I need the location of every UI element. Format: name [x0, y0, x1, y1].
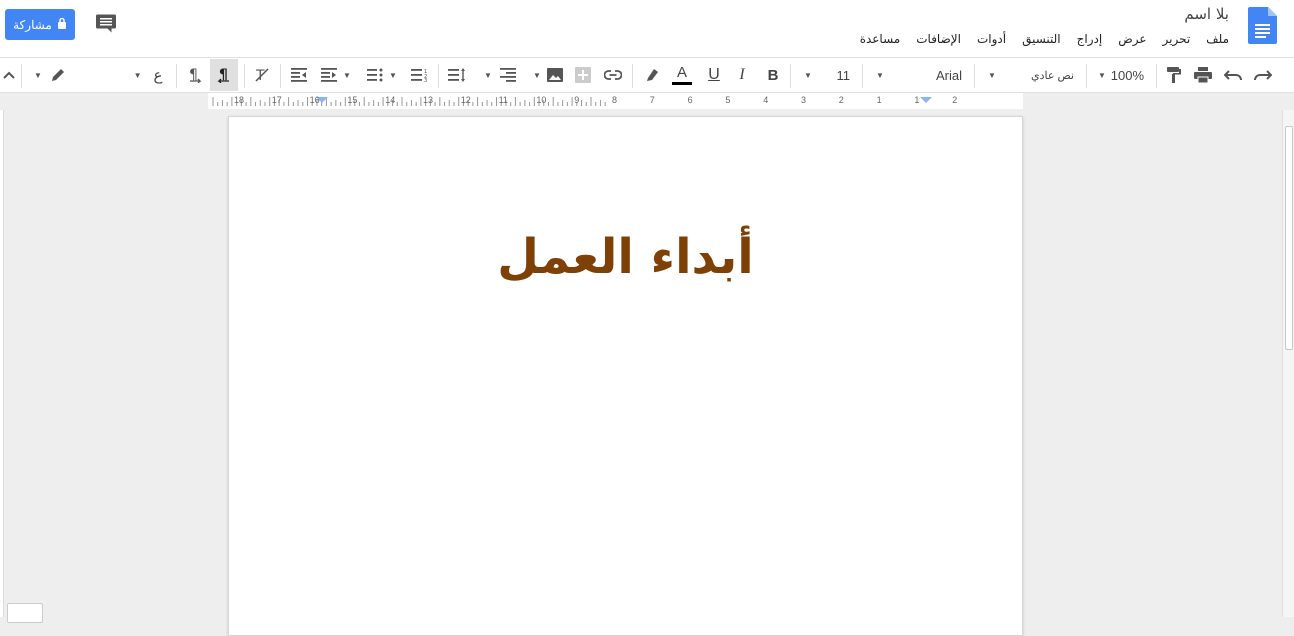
ruler-number: 2 — [952, 95, 958, 105]
document-title[interactable]: بلا اسم — [1184, 5, 1229, 23]
ruler-number: 6 — [687, 95, 693, 105]
line-spacing-icon[interactable] — [444, 58, 470, 92]
toolbar: ▼ ▼ ع ¶ ¶ T ▼ ▼ 123 ▼ ▼ A U I B ▼ 11 ▼ A… — [0, 57, 1294, 93]
dropdown-caret-icon: ▼ — [804, 70, 812, 80]
document-page[interactable]: أبداء العمل — [228, 116, 1023, 636]
top-bar: مشاركة بلا اسم ملف تحرير عرض إدراج التنس… — [0, 0, 1294, 57]
comment-icon[interactable] — [95, 14, 117, 34]
highlight-color-icon[interactable] — [640, 58, 664, 92]
bulleted-list-icon[interactable]: ▼ — [362, 58, 402, 92]
editing-mode-button[interactable]: ▼ — [30, 58, 70, 92]
menu-help[interactable]: مساعدة — [860, 32, 901, 46]
collapse-chevron-icon[interactable] — [0, 58, 18, 92]
share-button-label: مشاركة — [13, 17, 52, 32]
menu-edit[interactable]: تحرير — [1163, 32, 1191, 46]
undo-icon[interactable] — [1220, 58, 1246, 92]
ruler-number: 8 — [612, 95, 618, 105]
ruler-number: 1 — [876, 95, 882, 105]
input-language-button[interactable]: ▼ ع — [128, 58, 168, 92]
zoom-value: 100% — [1110, 67, 1144, 83]
link-icon[interactable] — [600, 58, 626, 92]
scrollbar-thumb[interactable] — [1285, 126, 1293, 350]
ruler-number: 7 — [649, 95, 655, 105]
paragraph-style-value: نص عادي — [1030, 69, 1074, 82]
underline-icon[interactable]: U — [702, 58, 726, 92]
dropdown-caret-icon: ▼ — [876, 70, 884, 80]
clear-formatting-icon[interactable]: T — [250, 58, 274, 92]
insert-image-button[interactable]: ▼ — [530, 58, 566, 92]
numbered-list-icon[interactable]: 123 — [408, 58, 432, 92]
explore-button[interactable] — [7, 603, 43, 623]
dropdown-caret-icon: ▼ — [988, 70, 996, 80]
ruler-number: 11 — [498, 95, 508, 105]
ruler-number: 13 — [423, 95, 434, 105]
bold-icon[interactable]: B — [760, 58, 786, 92]
ruler-number: 12 — [460, 95, 471, 105]
text-color-button[interactable]: A — [668, 58, 696, 92]
dropdown-caret-icon: ▼ — [533, 70, 541, 80]
paint-format-icon[interactable] — [1162, 58, 1186, 92]
menu-tools[interactable]: أدوات — [977, 32, 1006, 46]
menu-file[interactable]: ملف — [1206, 32, 1229, 46]
rtl-paragraph-icon[interactable]: ¶ — [210, 59, 238, 91]
print-icon[interactable] — [1190, 58, 1216, 92]
ruler-number: 4 — [763, 95, 769, 105]
menu-addons[interactable]: الإضافات — [916, 32, 961, 46]
menu-bar: ملف تحرير عرض إدراج التنسيق أدوات الإضاف… — [860, 32, 1229, 46]
italic-icon[interactable]: I — [730, 58, 754, 92]
input-language-label: ع — [153, 67, 163, 84]
ruler-number: 3 — [801, 95, 807, 105]
menu-view[interactable]: عرض — [1118, 32, 1146, 46]
vertical-ruler[interactable] — [0, 110, 4, 617]
ruler-number: 17 — [271, 95, 282, 105]
ruler-number: 10 — [536, 95, 547, 105]
dropdown-caret-icon: ▼ — [343, 70, 351, 80]
zoom-dropdown[interactable]: ▼ 100% — [1090, 58, 1152, 92]
pencil-icon — [51, 69, 64, 81]
ruler-number: 1 — [914, 95, 920, 105]
dropdown-caret-icon: ▼ — [1098, 70, 1106, 80]
paragraph-style-dropdown[interactable]: ▼ نص عادي — [980, 58, 1082, 92]
text-color-icon: A — [676, 64, 687, 81]
add-comment-icon[interactable] — [572, 58, 594, 92]
align-button[interactable]: ▼ — [480, 58, 520, 92]
image-icon — [546, 68, 563, 82]
ruler-number: 9 — [574, 95, 580, 105]
font-family-dropdown[interactable]: ▼ Arial — [868, 58, 970, 92]
vertical-scrollbar[interactable] — [1282, 110, 1294, 617]
document-heading[interactable]: أبداء العمل — [229, 229, 1022, 285]
dropdown-caret-icon: ▼ — [34, 70, 42, 80]
ruler-number: 15 — [347, 95, 358, 105]
font-family-value: Arial — [935, 67, 962, 83]
redo-icon[interactable] — [1250, 58, 1276, 92]
lock-icon — [57, 17, 67, 32]
svg-text:3: 3 — [424, 78, 427, 82]
ruler-number: 5 — [725, 95, 731, 105]
align-right-icon — [499, 68, 516, 82]
ruler-number: 14 — [385, 95, 396, 105]
horizontal-ruler[interactable]: 18 17 16 15 14 13 12 11 10 9 8 7 6 5 4 3 2 1 1 2 — [0, 93, 1294, 110]
font-size-dropdown[interactable]: ▼ 11 — [796, 58, 858, 92]
ruler-number: 16 — [309, 95, 320, 105]
decrease-indent-icon[interactable] — [288, 58, 310, 92]
dropdown-caret-icon: ▼ — [389, 70, 397, 80]
menu-format[interactable]: التنسيق — [1022, 32, 1061, 46]
ruler-number: 2 — [838, 95, 844, 105]
font-size-value: 11 — [836, 67, 851, 83]
increase-indent-icon[interactable]: ▼ — [316, 58, 356, 92]
text-color-swatch — [672, 82, 692, 85]
ruler-numbers: 18 17 16 15 14 13 12 11 10 9 8 7 6 5 4 3 2 1 1 2 — [208, 93, 1023, 109]
ltr-paragraph-icon[interactable]: ¶ — [184, 58, 206, 92]
docs-logo-icon[interactable] — [1248, 7, 1277, 44]
dropdown-caret-icon: ▼ — [133, 70, 142, 80]
ruler-number: 18 — [234, 95, 245, 105]
dropdown-caret-icon: ▼ — [484, 70, 492, 80]
share-button[interactable]: مشاركة — [5, 9, 75, 40]
menu-insert[interactable]: إدراج — [1077, 32, 1103, 46]
